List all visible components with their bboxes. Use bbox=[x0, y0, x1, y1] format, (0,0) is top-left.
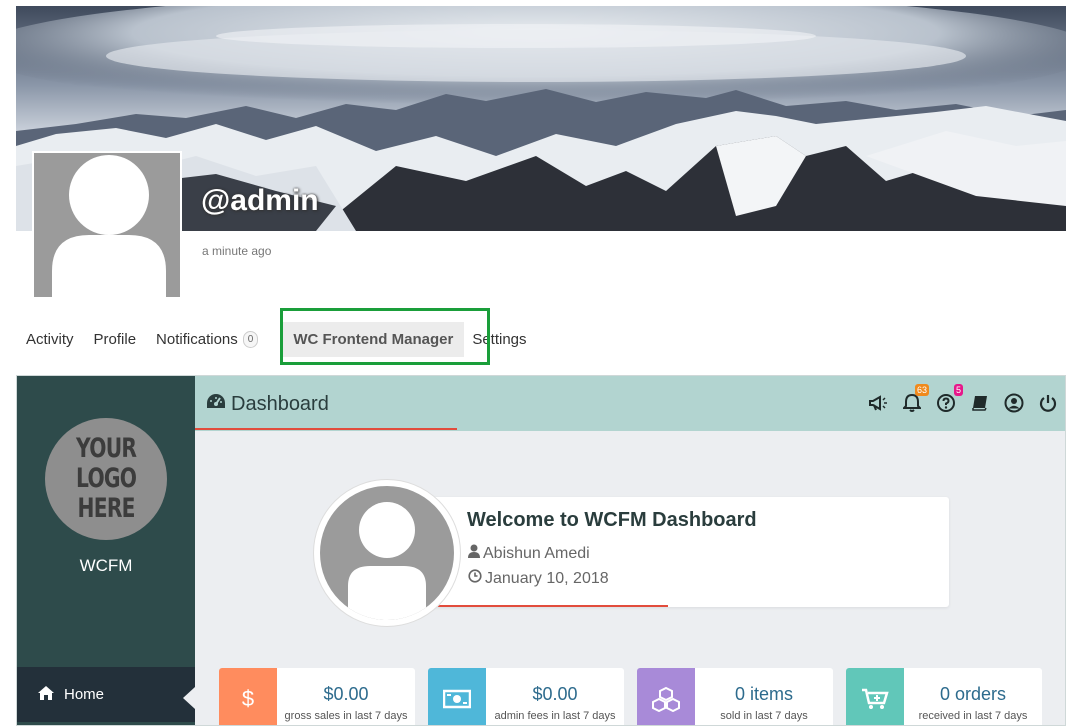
stat-gross-sales[interactable]: $ $0.00 gross sales in last 7 days bbox=[219, 668, 415, 725]
tab-notifications[interactable]: Notifications 0 bbox=[156, 330, 259, 348]
avatar-circle bbox=[320, 486, 454, 620]
active-arrow bbox=[183, 687, 195, 709]
notifications-count-badge: 0 bbox=[242, 330, 259, 348]
bell-icon[interactable]: 63 bbox=[901, 384, 929, 414]
stat-value: 0 orders bbox=[939, 684, 1007, 704]
logo-line-3: HERE bbox=[77, 493, 135, 524]
clock-icon bbox=[468, 569, 482, 588]
header-toolbar: 63 5 bbox=[855, 384, 1059, 414]
question-icon[interactable]: 5 bbox=[935, 384, 963, 414]
profile-handle: @admin bbox=[201, 184, 319, 217]
store-name: WCFM bbox=[79, 556, 133, 575]
store-logo[interactable]: YOUR LOGO HERE bbox=[45, 418, 167, 540]
welcome-card: Welcome to WCFM Dashboard Abishun Amedi … bbox=[432, 497, 949, 607]
welcome-date-text: January 10, 2018 bbox=[485, 569, 609, 587]
profile-avatar[interactable] bbox=[32, 151, 182, 299]
tab-profile-label: Profile bbox=[93, 330, 137, 348]
logo-line-2: LOGO bbox=[75, 463, 137, 494]
welcome-accent-line bbox=[438, 605, 668, 607]
tab-notifications-label: Notifications bbox=[156, 330, 238, 348]
stat-label: gross sales in last 7 days bbox=[284, 710, 408, 722]
cubes-icon bbox=[637, 668, 695, 725]
welcome-date: January 10, 2018 bbox=[468, 569, 609, 588]
tab-activity[interactable]: Activity bbox=[26, 331, 74, 348]
tab-profile[interactable]: Profile bbox=[94, 331, 137, 348]
user-silhouette-icon bbox=[52, 155, 166, 297]
welcome-title: Welcome to WCFM Dashboard bbox=[467, 509, 757, 531]
announcement-icon[interactable] bbox=[867, 392, 889, 414]
stat-label: sold in last 7 days bbox=[720, 710, 808, 722]
stat-items-sold[interactable]: 0 items sold in last 7 days bbox=[637, 668, 833, 725]
page-title-text: Dashboard bbox=[231, 392, 329, 415]
money-bill-icon bbox=[428, 668, 486, 725]
logo-line-1: YOUR bbox=[75, 433, 137, 464]
page-title: Dashboard bbox=[205, 392, 329, 416]
highlight-box bbox=[280, 308, 490, 365]
stat-orders[interactable]: 0 orders received in last 7 days bbox=[846, 668, 1042, 725]
user-circle-icon[interactable] bbox=[1003, 392, 1025, 414]
tab-activity-label: Activity bbox=[26, 330, 74, 348]
stat-label: admin fees in last 7 days bbox=[494, 710, 616, 722]
stat-admin-fees[interactable]: $0.00 admin fees in last 7 days bbox=[428, 668, 624, 725]
welcome-user: Abishun Amedi bbox=[468, 544, 590, 563]
user-silhouette-icon bbox=[348, 502, 426, 620]
enquiry-count-badge: 5 bbox=[953, 384, 963, 396]
dollar-icon: $ bbox=[219, 668, 277, 725]
power-icon[interactable] bbox=[1037, 392, 1059, 414]
stat-value: $0.00 bbox=[323, 684, 369, 704]
tachometer-icon bbox=[205, 392, 227, 416]
sidebar-item-home[interactable]: Home bbox=[17, 667, 195, 722]
stat-value: $0.00 bbox=[532, 684, 578, 704]
user-avatar[interactable] bbox=[313, 479, 461, 627]
home-icon bbox=[37, 685, 55, 705]
stat-value: 0 items bbox=[734, 684, 794, 704]
stat-label: received in last 7 days bbox=[918, 710, 1028, 722]
sidebar-item-home-label: Home bbox=[64, 686, 105, 703]
cart-icon bbox=[846, 668, 904, 725]
notification-count-badge: 63 bbox=[914, 384, 929, 396]
user-icon bbox=[468, 544, 480, 563]
book-icon[interactable] bbox=[969, 392, 991, 414]
welcome-user-name: Abishun Amedi bbox=[483, 544, 590, 562]
dashboard-header: Dashboard 63 5 bbox=[195, 376, 1065, 431]
wcfm-sidebar: YOUR LOGO HERE WCFM Home bbox=[17, 376, 195, 725]
header-accent-line bbox=[195, 428, 457, 430]
last-active-text: a minute ago bbox=[202, 244, 272, 258]
wcfm-panel: YOUR LOGO HERE WCFM Home Dashboard 63 5 … bbox=[16, 375, 1066, 726]
